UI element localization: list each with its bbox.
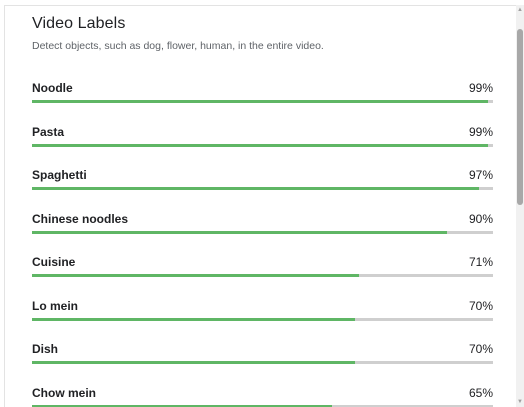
label-confidence: 70%	[468, 342, 493, 356]
confidence-bar	[32, 274, 493, 277]
panel-subtitle: Detect objects, such as dog, flower, hum…	[32, 40, 324, 52]
confidence-bar	[32, 187, 493, 190]
label-confidence: 99%	[468, 124, 493, 139]
confidence-bar	[32, 100, 493, 103]
confidence-bar-fill	[32, 187, 480, 190]
label-confidence: 97%	[468, 168, 493, 182]
confidence-bar-fill	[32, 274, 360, 277]
confidence-bar	[32, 317, 493, 321]
confidence-bar-fill	[32, 100, 489, 103]
confidence-bar-fill	[32, 143, 489, 147]
vertical-scrollbar[interactable]: ▲ ▼	[516, 5, 524, 407]
label-confidence: 99%	[468, 81, 493, 95]
scrollbar-thumb[interactable]	[517, 29, 523, 205]
label-row[interactable]: Cuisine 71%	[32, 251, 493, 295]
label-name: Chinese noodles	[32, 211, 129, 226]
video-labels-panel: Video Labels Detect objects, such as dog…	[4, 5, 516, 407]
confidence-bar	[32, 230, 493, 234]
label-row[interactable]: Spaghetti 97%	[32, 164, 493, 208]
label-name: Dish	[32, 342, 59, 356]
label-confidence: 70%	[468, 298, 493, 313]
label-name: Cuisine	[32, 255, 76, 269]
label-name: Lo mein	[32, 298, 79, 313]
label-name: Spaghetti	[32, 168, 87, 182]
confidence-bar-fill	[32, 361, 355, 364]
label-confidence: 90%	[468, 211, 493, 226]
label-row[interactable]: Chow mein 65%	[32, 382, 493, 407]
label-list: Noodle 99% Pasta 99% Spaghetti 97% Chine…	[32, 77, 493, 407]
triangle-up-icon[interactable]: ▲	[516, 5, 524, 15]
confidence-bar	[32, 361, 493, 364]
label-name: Noodle	[32, 81, 73, 95]
confidence-bar	[32, 143, 493, 147]
panel-title: Video Labels	[32, 15, 126, 32]
label-name: Chow mein	[32, 385, 97, 400]
label-confidence: 71%	[468, 255, 493, 269]
label-row[interactable]: Noodle 99%	[32, 77, 493, 121]
confidence-bar-fill	[32, 317, 355, 321]
triangle-down-icon[interactable]: ▼	[516, 397, 524, 407]
label-name: Pasta	[32, 124, 65, 139]
label-row[interactable]: Pasta 99%	[32, 121, 493, 165]
label-row[interactable]: Lo mein 70%	[32, 295, 493, 339]
label-row[interactable]: Chinese noodles 90%	[32, 208, 493, 252]
label-row[interactable]: Dish 70%	[32, 338, 493, 382]
confidence-bar-fill	[32, 230, 447, 234]
label-confidence: 65%	[468, 385, 493, 400]
